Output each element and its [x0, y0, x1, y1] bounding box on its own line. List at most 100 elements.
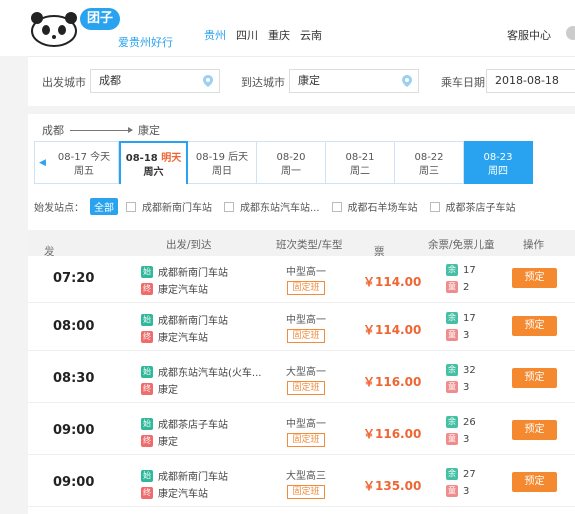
book-button[interactable]: 预定 [512, 472, 557, 492]
route-to: 康定 [138, 124, 160, 137]
date-tab[interactable]: 08-22 周三 [395, 141, 464, 184]
start-badge: 始 [141, 313, 153, 326]
date-tab[interactable]: 08-17 今天 周五 [50, 141, 119, 184]
child-tickets: 童3 [446, 381, 470, 393]
departure-time: 09:00 [53, 423, 95, 438]
start-badge: 始 [141, 469, 153, 482]
from-city-value: 成都 [99, 74, 121, 87]
price: ￥114.00 [363, 275, 422, 289]
remaining-seats: 余 17 [446, 312, 476, 324]
book-button[interactable]: 预定 [512, 316, 557, 336]
table-header: 发车时间↑ 出发/到达 班次类型/车型 票价↑ 余票/免票儿童 操作 [28, 230, 575, 303]
from-city-label: 出发城市 [42, 76, 86, 89]
schedule-type-badge: 固定班 [287, 433, 325, 447]
book-button[interactable]: 预定 [512, 368, 557, 388]
bus-type: 中型高一 固定班 [286, 315, 326, 343]
route-from: 成都 [42, 124, 64, 137]
schedule-type-badge: 固定班 [287, 381, 325, 395]
table-row: 09:00 始成都茶店子车站 终康定 中型高一 固定班 ￥116.00 余 26 童… [28, 408, 575, 455]
to-city-value: 康定 [298, 74, 320, 87]
checkbox[interactable] [126, 202, 136, 212]
bus-type: 大型高一 固定班 [286, 367, 326, 395]
table-row: 07:20 始成都新南门车站 终康定汽车站 中型高一 固定班 ￥114.00 余1… [28, 256, 575, 303]
start-badge: 始 [141, 265, 153, 278]
depart-station: 始成都东站汽车站(火车... [141, 365, 262, 379]
price: ￥135.00 [363, 479, 422, 493]
from-city-input[interactable]: 成都 [90, 69, 220, 93]
date-tab[interactable]: 08-23 周四 [464, 141, 533, 184]
depart-station: 始成都新南门车站 [141, 265, 228, 279]
station-option[interactable]: 成都东站汽车站... [224, 199, 320, 214]
header-action: 操作 [523, 239, 544, 251]
location-icon [402, 75, 412, 87]
chevron-left-icon: ◀ [39, 157, 46, 168]
checkbox[interactable] [429, 202, 440, 212]
route-arrow-icon [70, 126, 133, 133]
date-tab[interactable]: 08-19 后天 周日 [188, 141, 257, 184]
arrive-station: 终康定汽车站 [141, 330, 208, 344]
start-badge: 始 [141, 417, 153, 430]
table-row: 08:30 始成都东站汽车站(火车... 终康定 大型高一 固定班 ￥116.00… [28, 356, 575, 403]
checkbox[interactable] [331, 202, 342, 212]
header-type: 班次类型/车型 [276, 239, 343, 251]
customer-service-link[interactable]: 客服中心 [507, 27, 551, 43]
date-tab[interactable]: 08-21 周二 [326, 141, 395, 184]
station-filter-label: 始发站点： [34, 203, 84, 214]
logo[interactable]: 团子 爱贵州好行 [28, 6, 173, 49]
arrive-station: 终康定汽车站 [141, 282, 208, 296]
logo-slogan: 爱贵州好行 [118, 36, 173, 49]
header-route: 出发/到达 [166, 239, 212, 251]
to-city-label: 到达城市 [241, 76, 285, 89]
top-header: 团子 爱贵州好行 贵州 四川 重庆 云南 客服中心 [0, 0, 575, 56]
schedule-type-badge: 固定班 [287, 485, 325, 499]
child-tickets: 童3 [446, 485, 470, 497]
start-badge: 始 [141, 365, 153, 378]
date-tab-selected[interactable]: 08-18 明天 周六 [119, 141, 188, 184]
header-seats: 余票/免票儿童 [428, 239, 495, 251]
date-input[interactable]: 2018-08-18 [486, 69, 575, 93]
station-option[interactable]: 成都新南门车站 [126, 199, 212, 214]
price: ￥116.00 [363, 375, 422, 389]
bus-type: 中型高一 固定班 [286, 267, 326, 295]
station-option[interactable]: 成都茶店子车站 [429, 199, 516, 214]
child-tickets: 童3 [446, 433, 470, 445]
depart-station: 始成都茶店子车站 [141, 417, 228, 431]
arrive-station: 终康定 [141, 382, 178, 396]
city-tab-yunnan[interactable]: 云南 [300, 27, 322, 43]
city-tab-chongqing[interactable]: 重庆 [268, 27, 290, 43]
table-row: 08:00 始成都新南门车站 终康定汽车站 中型高一 固定班 ￥114.00 余1… [28, 304, 575, 351]
city-tab-guizhou[interactable]: 贵州 [204, 27, 226, 43]
all-stations-button[interactable]: 全部 [90, 198, 118, 215]
results-panel: 成都 康定 ◀ 08-17 今天 周五 08-18 明天 周六 08-19 后天… [28, 114, 575, 514]
avatar[interactable] [566, 26, 575, 40]
price: ￥116.00 [363, 427, 422, 441]
bus-type: 大型高三 固定班 [286, 471, 326, 499]
arrive-station: 终康定汽车站 [141, 486, 208, 500]
end-badge: 终 [141, 434, 153, 447]
book-button[interactable]: 预定 [512, 268, 557, 288]
departure-time: 08:00 [53, 319, 95, 334]
book-button[interactable]: 预定 [512, 420, 557, 440]
route-summary: 成都 康定 [42, 122, 160, 138]
location-icon [203, 75, 213, 87]
schedule-type-badge: 固定班 [287, 329, 325, 343]
station-option[interactable]: 成都石羊场车站 [331, 199, 418, 214]
end-badge: 终 [141, 330, 153, 343]
city-tab-sichuan[interactable]: 四川 [236, 27, 258, 43]
prev-date-button[interactable]: ◀ [34, 141, 50, 184]
remaining-seats: 余 17 [446, 264, 476, 276]
panda-icon [31, 12, 77, 47]
remaining-seats: 余 32 [446, 364, 476, 376]
depart-station: 始成都新南门车站 [141, 469, 228, 483]
date-value: 2018-08-18 [495, 74, 559, 87]
end-badge: 终 [141, 382, 153, 395]
date-tab[interactable]: 08-20 周一 [257, 141, 326, 184]
checkbox[interactable] [224, 202, 234, 212]
to-city-input[interactable]: 康定 [289, 69, 419, 93]
departure-time: 07:20 [53, 271, 95, 286]
sort-icon: ↑ [374, 244, 383, 256]
end-badge: 终 [141, 486, 153, 499]
search-bar: 出发城市 成都 到达城市 康定 乘车日期 2018-08-18 [28, 56, 575, 106]
end-badge: 终 [141, 282, 153, 295]
remaining-seats: 余 27 [446, 468, 476, 480]
